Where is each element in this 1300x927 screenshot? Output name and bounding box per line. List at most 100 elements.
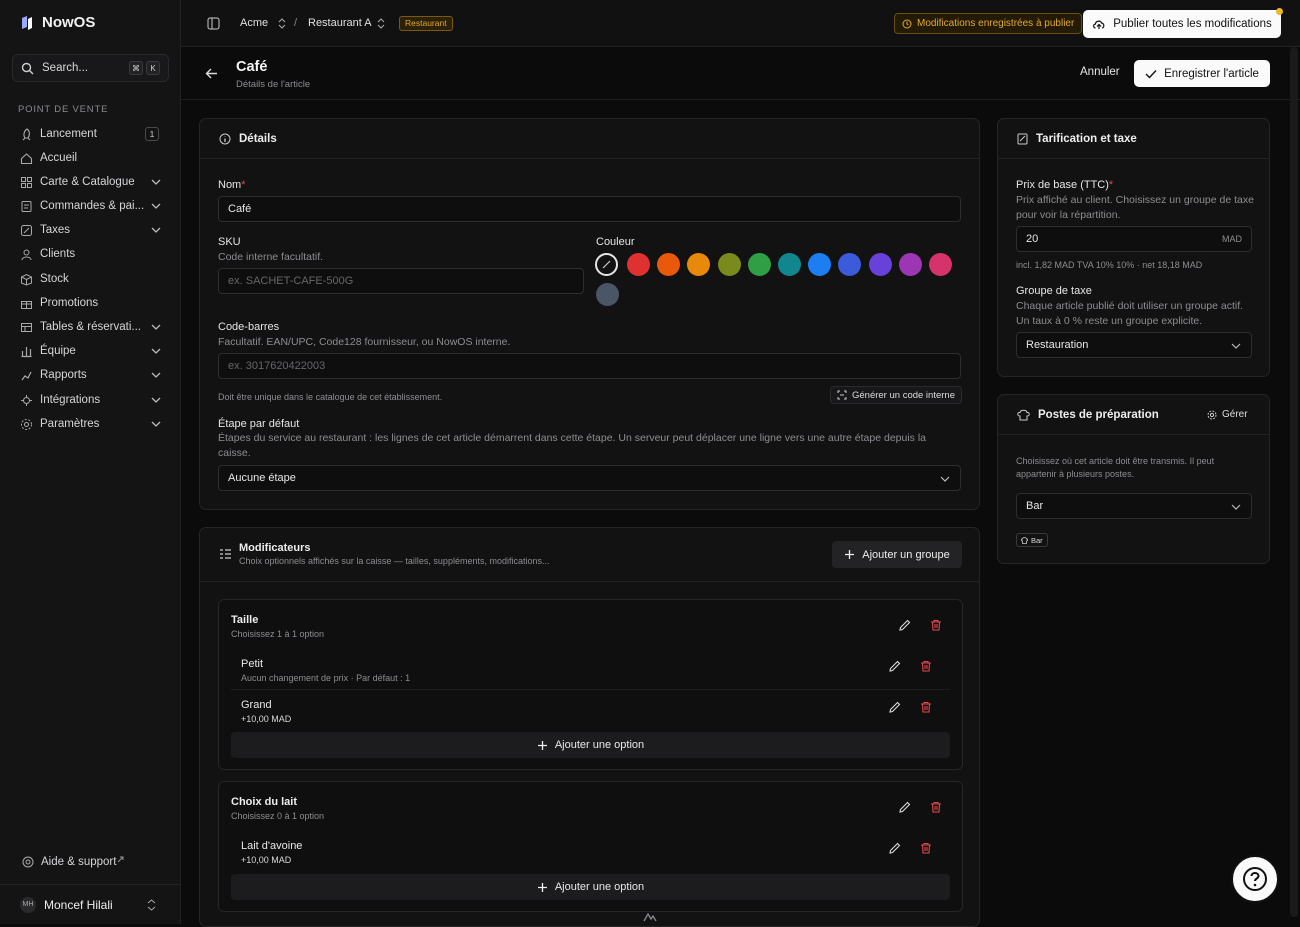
sidebar-item-integrations[interactable]: Intégrations bbox=[12, 388, 169, 412]
site-switcher[interactable]: Restaurant A bbox=[308, 17, 372, 29]
color-swatch[interactable] bbox=[898, 253, 922, 276]
plus-icon bbox=[845, 550, 855, 559]
save-item-button[interactable]: Enregistrer l'article bbox=[1134, 60, 1270, 87]
color-swatch-none[interactable] bbox=[595, 253, 618, 276]
users-icon bbox=[21, 249, 32, 260]
manage-stations-button[interactable]: Gérer bbox=[1207, 409, 1248, 420]
stations-value: Bar bbox=[1026, 500, 1044, 512]
color-swatch[interactable] bbox=[868, 253, 892, 276]
color-label: Couleur bbox=[596, 236, 635, 248]
add-group-label: Ajouter un groupe bbox=[862, 548, 950, 561]
sidebar-item-label: Accueil bbox=[40, 152, 78, 164]
check-icon bbox=[1145, 69, 1157, 79]
help-link[interactable]: Aide & support bbox=[22, 856, 124, 868]
sidebar-item-label: Intégrations bbox=[40, 394, 101, 406]
sidebar-item-commandes[interactable]: Commandes & pai... bbox=[12, 194, 169, 218]
sidebar-item-lancement[interactable]: Lancement 1 bbox=[12, 122, 169, 146]
chef-hat-icon bbox=[1017, 409, 1030, 420]
edit-icon[interactable] bbox=[889, 842, 901, 854]
sidebar-item-parametres[interactable]: Paramètres bbox=[12, 412, 169, 436]
price-breakdown: incl. 1,82 MAD TVA 10% 10% · net 18,18 M… bbox=[1016, 260, 1203, 270]
sidebar-item-catalogue[interactable]: Carte & Catalogue bbox=[12, 170, 169, 194]
chevron-down-icon bbox=[151, 421, 161, 427]
chevrons-updown-icon[interactable] bbox=[377, 18, 385, 29]
modifier-group: Choix du lait Choisissez 0 à 1 option La… bbox=[218, 781, 963, 912]
chevrons-updown-icon[interactable] bbox=[278, 18, 286, 29]
sku-input[interactable]: ex. SACHET-CAFE-500G bbox=[218, 268, 584, 294]
cancel-button[interactable]: Annuler bbox=[1080, 66, 1120, 78]
sidebar-item-rapports[interactable]: Rapports bbox=[12, 363, 169, 387]
box-icon bbox=[21, 273, 32, 286]
stage-select[interactable]: Aucune étape bbox=[218, 465, 961, 491]
edit-icon[interactable] bbox=[889, 660, 901, 672]
color-swatch[interactable] bbox=[627, 253, 650, 276]
save-label: Enregistrer l'article bbox=[1164, 67, 1259, 80]
top-bar: Acme / Restaurant A Restaurant Modificat… bbox=[181, 0, 1300, 47]
price-input[interactable]: 20 MAD bbox=[1016, 226, 1252, 252]
table-icon bbox=[21, 322, 32, 332]
generate-code-button[interactable]: Générer un code interne bbox=[830, 386, 962, 404]
sidebar-item-stock[interactable]: Stock bbox=[12, 267, 169, 291]
trash-icon[interactable] bbox=[920, 660, 932, 672]
edit-icon[interactable] bbox=[899, 619, 911, 631]
color-swatch[interactable] bbox=[808, 253, 832, 276]
modifiers-subtitle: Choix optionnels affichés sur la caisse … bbox=[239, 556, 550, 566]
edit-icon[interactable] bbox=[899, 801, 911, 813]
add-option-button[interactable]: Ajouter une option bbox=[231, 874, 950, 900]
color-swatch[interactable] bbox=[838, 253, 862, 276]
sidebar-toggle-icon[interactable] bbox=[207, 17, 220, 30]
trash-icon[interactable] bbox=[920, 842, 932, 854]
sidebar-item-promotions[interactable]: Promotions bbox=[12, 291, 169, 315]
price-hint: Prix affiché au client. Choisissez un gr… bbox=[1016, 194, 1254, 221]
color-swatch[interactable] bbox=[929, 253, 952, 276]
sidebar-item-accueil[interactable]: Accueil bbox=[12, 146, 169, 170]
stations-title: Postes de préparation bbox=[1038, 408, 1159, 421]
gear-icon bbox=[21, 418, 32, 430]
color-swatch[interactable] bbox=[747, 253, 771, 276]
add-group-button[interactable]: Ajouter un groupe bbox=[832, 541, 962, 568]
user-menu[interactable]: MH Moncef Hilali bbox=[0, 884, 181, 924]
chevron-down-icon bbox=[151, 372, 161, 378]
station-chip[interactable]: Bar bbox=[1016, 533, 1048, 547]
chevron-down-icon bbox=[151, 397, 161, 403]
notification-dot bbox=[1276, 8, 1283, 15]
search-input[interactable]: Search... ⌘ K bbox=[12, 54, 169, 82]
help-fab-button[interactable] bbox=[1231, 855, 1279, 903]
chevron-down-icon bbox=[151, 203, 161, 209]
org-switcher[interactable]: Acme bbox=[240, 17, 268, 29]
color-swatch[interactable] bbox=[717, 253, 741, 276]
trash-icon[interactable] bbox=[920, 701, 932, 713]
sidebar-item-tables[interactable]: Tables & réservati... bbox=[12, 315, 169, 339]
back-arrow-icon[interactable] bbox=[205, 67, 218, 80]
sidebar-item-label: Tables & réservati... bbox=[40, 321, 141, 333]
sidebar-item-taxes[interactable]: Taxes bbox=[12, 218, 169, 242]
chevron-down-icon bbox=[1231, 343, 1241, 349]
lifebuoy-icon bbox=[22, 856, 34, 868]
stations-select[interactable]: Bar bbox=[1016, 493, 1252, 519]
trash-icon[interactable] bbox=[930, 801, 942, 813]
color-swatch[interactable] bbox=[596, 283, 619, 306]
color-swatch[interactable] bbox=[778, 253, 801, 276]
page-scrollbar[interactable] bbox=[1290, 47, 1298, 917]
pending-changes-badge[interactable]: Modifications enregistrées à publier bbox=[894, 13, 1083, 34]
tax-group-select[interactable]: Restauration bbox=[1016, 332, 1252, 358]
name-label: Nom* bbox=[218, 179, 246, 191]
percent-icon bbox=[21, 224, 32, 236]
trash-icon[interactable] bbox=[930, 619, 942, 631]
color-swatch[interactable] bbox=[657, 253, 681, 276]
sidebar-item-equipe[interactable]: Équipe bbox=[12, 339, 169, 363]
edit-icon[interactable] bbox=[889, 701, 901, 713]
option-name: Grand bbox=[241, 699, 272, 711]
option-detail: Aucun changement de prix · Par défaut : … bbox=[241, 673, 411, 683]
sidebar-item-clients[interactable]: Clients bbox=[12, 242, 169, 266]
group-name: Taille bbox=[231, 614, 259, 626]
chevron-down-icon bbox=[151, 179, 161, 185]
page-header: Café Détails de l'article Annuler Enregi… bbox=[181, 47, 1300, 100]
color-swatch[interactable] bbox=[687, 253, 711, 276]
sidebar: NowOS Search... ⌘ K POINT DE VENTE Lance… bbox=[0, 0, 181, 924]
app-logo[interactable]: NowOS bbox=[20, 14, 95, 31]
add-option-button[interactable]: Ajouter une option bbox=[231, 732, 950, 758]
barcode-input[interactable]: ex. 3017620422003 bbox=[218, 353, 961, 379]
publish-all-button[interactable]: Publier toutes les modifications bbox=[1083, 8, 1283, 38]
name-input[interactable]: Café bbox=[218, 196, 961, 222]
